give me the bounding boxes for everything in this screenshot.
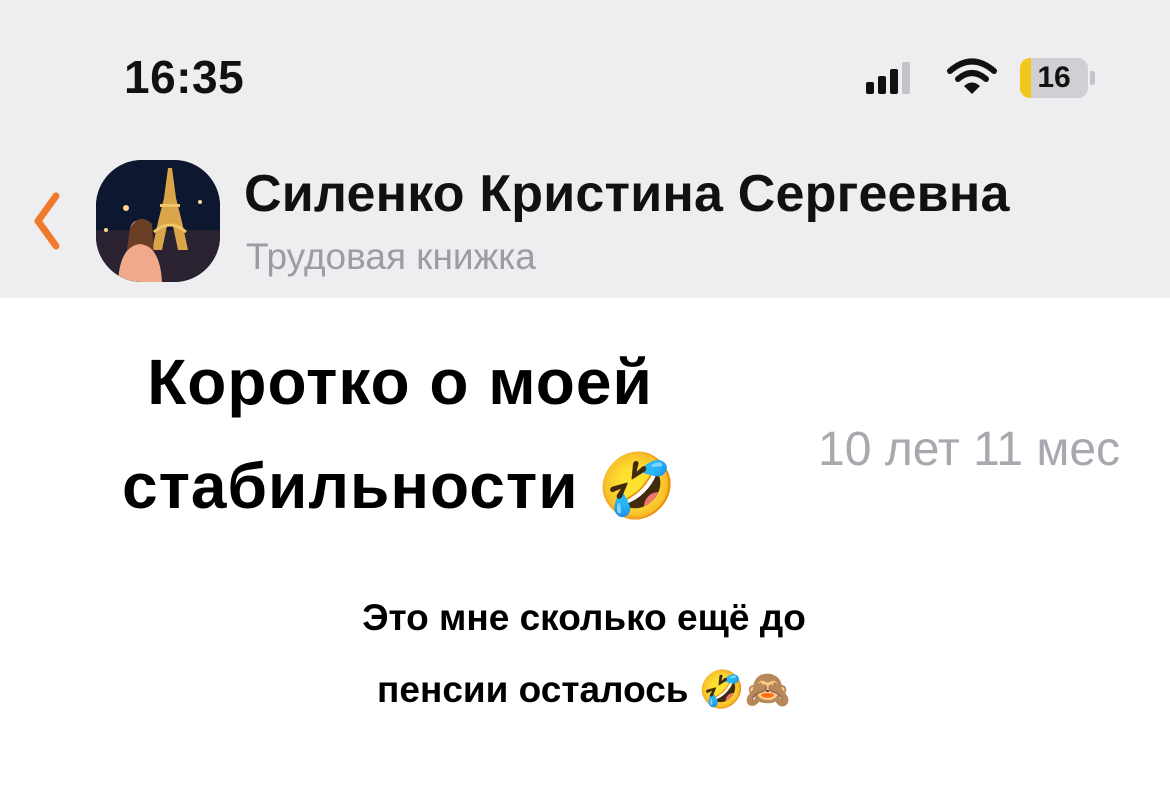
- post-headline: Коротко о моей стабильности 🤣: [60, 330, 740, 538]
- avatar-photo: [96, 160, 220, 282]
- contact-subtitle: Трудовая книжка: [246, 236, 536, 277]
- battery-body: 16: [1020, 58, 1088, 98]
- work-duration: 10 лет 11 мес: [818, 423, 1121, 476]
- post-content: Коротко о моей стабильности 🤣 10 лет 11 …: [0, 298, 1170, 809]
- signal-icon: [866, 62, 910, 94]
- back-button[interactable]: [26, 188, 66, 254]
- battery-cap: [1090, 71, 1095, 85]
- caption-line-2: пенсии осталось 🤣🙈: [377, 669, 791, 710]
- headline-line-1: Коротко о моей: [147, 346, 653, 418]
- post-caption: Это мне сколько ещё до пенсии осталось 🤣…: [234, 582, 934, 726]
- avatar[interactable]: [96, 160, 220, 282]
- wifi-icon: [947, 58, 997, 94]
- chevron-left-icon[interactable]: [34, 192, 60, 250]
- contact-name[interactable]: Силенко Кристина Сергеевна: [244, 164, 1010, 224]
- battery-icon: 16: [1020, 58, 1096, 98]
- headline-line-2: стабильности 🤣: [121, 450, 679, 522]
- battery-level: 16: [1037, 61, 1071, 94]
- chat-header: Силенко Кристина Сергеевна Трудовая книж…: [0, 150, 1170, 298]
- caption-line-1: Это мне сколько ещё до: [362, 597, 806, 638]
- status-time: 16:35: [124, 51, 245, 103]
- status-bar: 16:35 16: [0, 0, 1170, 150]
